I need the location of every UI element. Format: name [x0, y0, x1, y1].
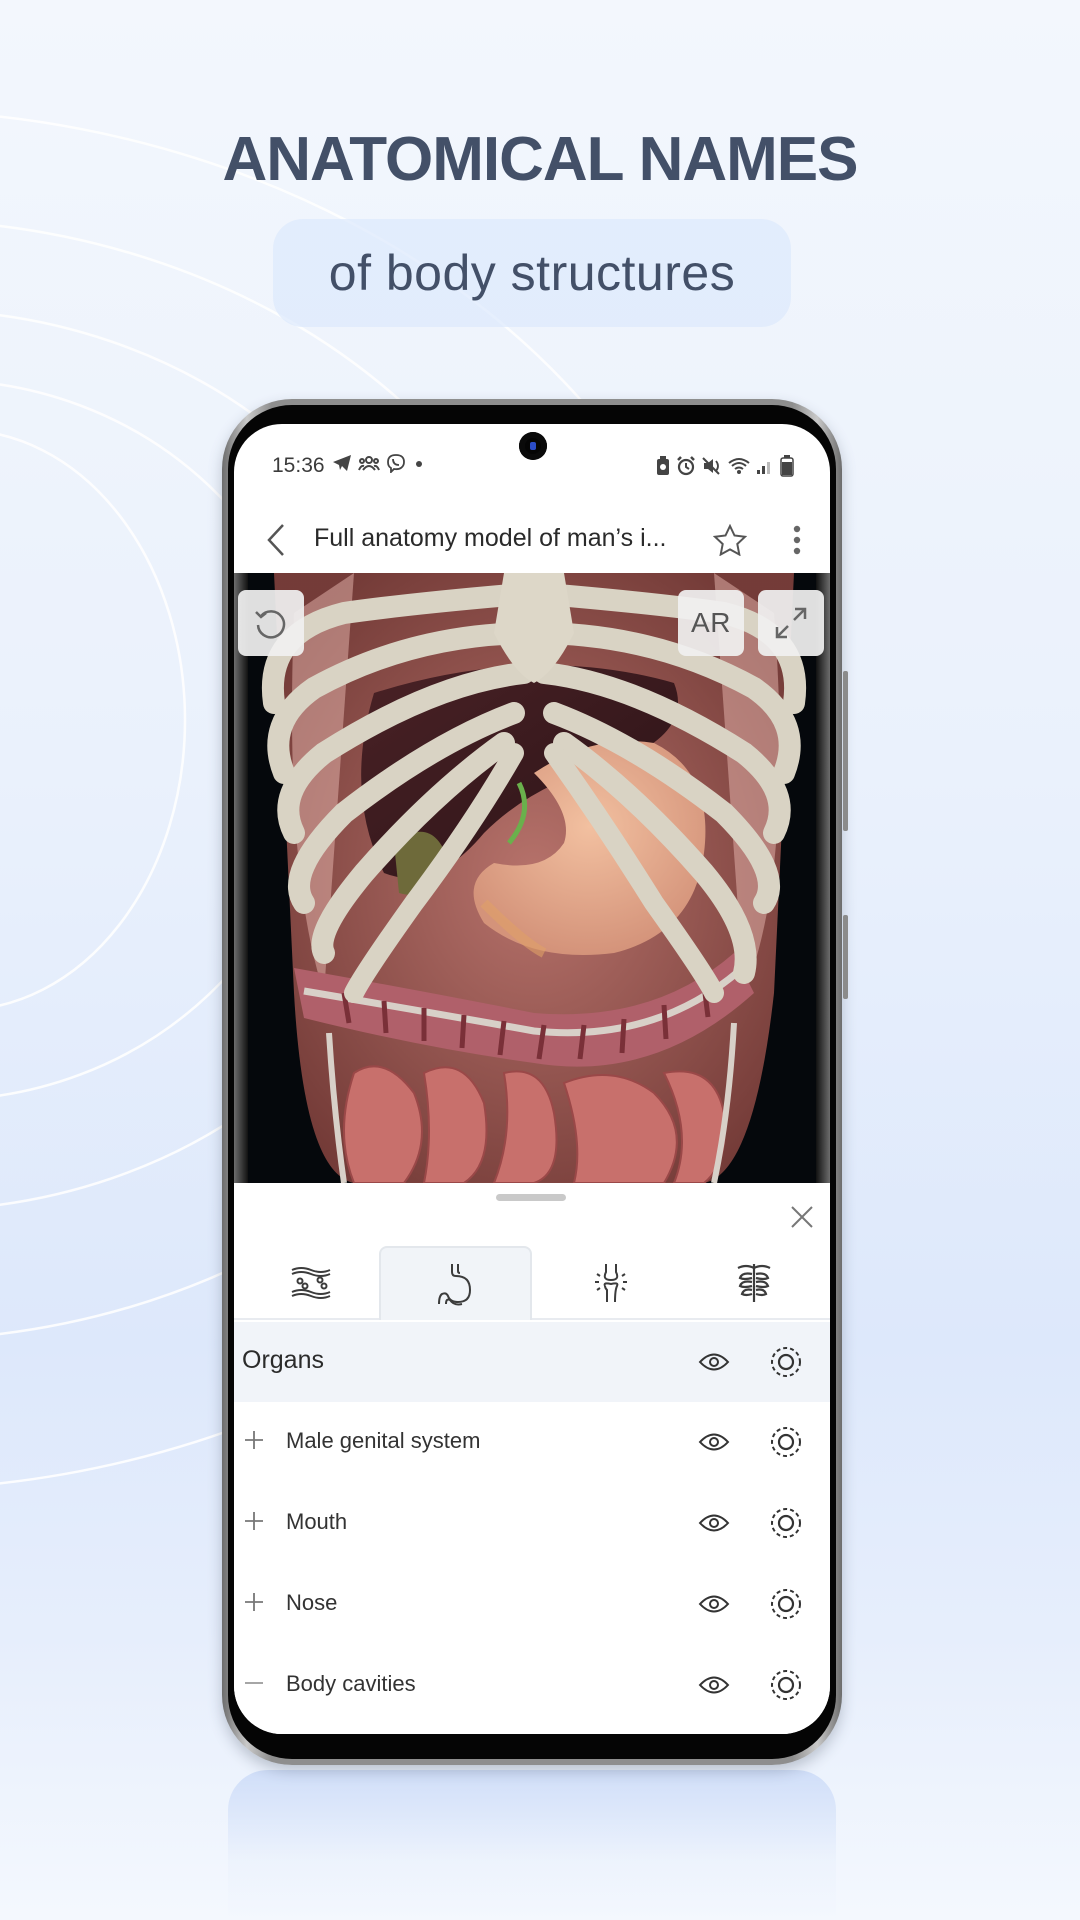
toggle-visibility-button[interactable]: [696, 1586, 732, 1622]
section-header-organs[interactable]: Organs: [234, 1322, 830, 1402]
isolate-icon: [771, 1589, 801, 1619]
phone-reflection: [228, 1770, 836, 1920]
eye-icon: [698, 1676, 730, 1694]
list-item-label: Nose: [286, 1590, 338, 1615]
isolate-button[interactable]: [766, 1665, 806, 1705]
collapse-toggle[interactable]: [242, 1669, 266, 1697]
list-item-label: Body cavities: [286, 1671, 416, 1696]
isolate-button[interactable]: [766, 1503, 806, 1543]
isolate-icon: [771, 1347, 801, 1377]
tab-vessels[interactable]: [234, 1246, 387, 1320]
list-item-label: Mouth: [286, 1509, 348, 1534]
tab-organs[interactable]: [379, 1246, 532, 1320]
rotate-ccw-icon: [255, 610, 286, 639]
toggle-visibility-button[interactable]: [696, 1344, 732, 1380]
chevron-left-icon: [267, 524, 284, 556]
joint-icon: [594, 1264, 627, 1303]
dot-icon: [416, 461, 422, 467]
more-vertical-icon: [793, 525, 801, 555]
battery-icon: [780, 455, 794, 477]
list-item[interactable]: Mouth: [234, 1483, 830, 1563]
eye-icon: [698, 1595, 730, 1613]
expand-icon: [775, 607, 807, 639]
ribcage-icon: [737, 1264, 770, 1302]
list-item[interactable]: Body cavities: [234, 1645, 830, 1725]
isolate-button[interactable]: [766, 1422, 806, 1462]
anatomy-model-render[interactable]: [234, 573, 830, 1183]
isolate-button[interactable]: [766, 1342, 806, 1382]
expand-toggle[interactable]: [242, 1507, 266, 1535]
category-tabs: [234, 1246, 830, 1320]
structures-bottom-sheet: Organs Male genital system Mouth Nose Bo…: [234, 1183, 830, 1734]
plus-icon: [245, 1593, 263, 1611]
battery-saver-icon: [657, 456, 669, 475]
toggle-visibility-button[interactable]: [696, 1424, 732, 1460]
toggle-visibility-button[interactable]: [696, 1505, 732, 1541]
list-item-label: Male genital system: [286, 1428, 481, 1453]
favorite-button[interactable]: [706, 516, 754, 564]
alarm-icon: [677, 456, 695, 476]
app-bar: Full anatomy model of man’s i...: [234, 508, 830, 573]
plus-icon: [245, 1431, 263, 1449]
page-title: Full anatomy model of man’s i...: [314, 524, 667, 552]
viber-icon: [387, 454, 405, 473]
isolate-button[interactable]: [766, 1584, 806, 1624]
ar-label: AR: [691, 607, 731, 638]
expand-toggle[interactable]: [242, 1588, 266, 1616]
isolate-icon: [771, 1427, 801, 1457]
power-button: [843, 915, 848, 999]
front-camera: [519, 432, 547, 460]
back-button[interactable]: [256, 516, 296, 564]
ar-button[interactable]: AR: [678, 590, 744, 656]
blood-vessel-icon: [291, 1267, 330, 1299]
volume-button: [843, 671, 848, 831]
group-icon: [358, 456, 380, 471]
close-sheet-button[interactable]: [784, 1199, 820, 1235]
telegram-icon: [333, 455, 351, 471]
drag-handle[interactable]: [496, 1194, 566, 1201]
model-viewer[interactable]: AR: [234, 573, 830, 1183]
eye-icon: [698, 1514, 730, 1532]
toggle-visibility-button[interactable]: [696, 1667, 732, 1703]
section-title: Organs: [242, 1346, 324, 1374]
more-menu-button[interactable]: [782, 516, 812, 564]
list-item[interactable]: Male genital system: [234, 1402, 830, 1482]
reset-view-button[interactable]: [238, 590, 304, 656]
isolate-icon: [771, 1670, 801, 1700]
promo-subtitle-pill: of body structures: [273, 219, 791, 327]
promo-headline: ANATOMICAL NAMES: [222, 125, 859, 194]
eye-icon: [698, 1353, 730, 1371]
wifi-icon: [728, 458, 750, 474]
expand-toggle[interactable]: [242, 1426, 266, 1454]
tab-joints[interactable]: [534, 1246, 687, 1320]
phone-screen: 15:36 Full anatomy model of man’s i... A…: [234, 424, 830, 1734]
status-time: 15:36: [272, 454, 325, 477]
eye-icon: [698, 1433, 730, 1451]
mute-icon: [702, 457, 720, 475]
stomach-icon: [437, 1264, 471, 1306]
close-icon: [791, 1206, 813, 1228]
list-item[interactable]: Nose: [234, 1564, 830, 1644]
signal-icon: [757, 462, 770, 474]
fullscreen-button[interactable]: [758, 590, 824, 656]
promo-subtitle: of body structures: [328, 245, 736, 301]
isolate-icon: [771, 1508, 801, 1538]
minus-icon: [245, 1682, 263, 1684]
star-outline-icon: [713, 524, 747, 556]
plus-icon: [245, 1512, 263, 1530]
tab-skeleton[interactable]: [677, 1246, 830, 1320]
status-bar: 15:36: [234, 424, 830, 508]
